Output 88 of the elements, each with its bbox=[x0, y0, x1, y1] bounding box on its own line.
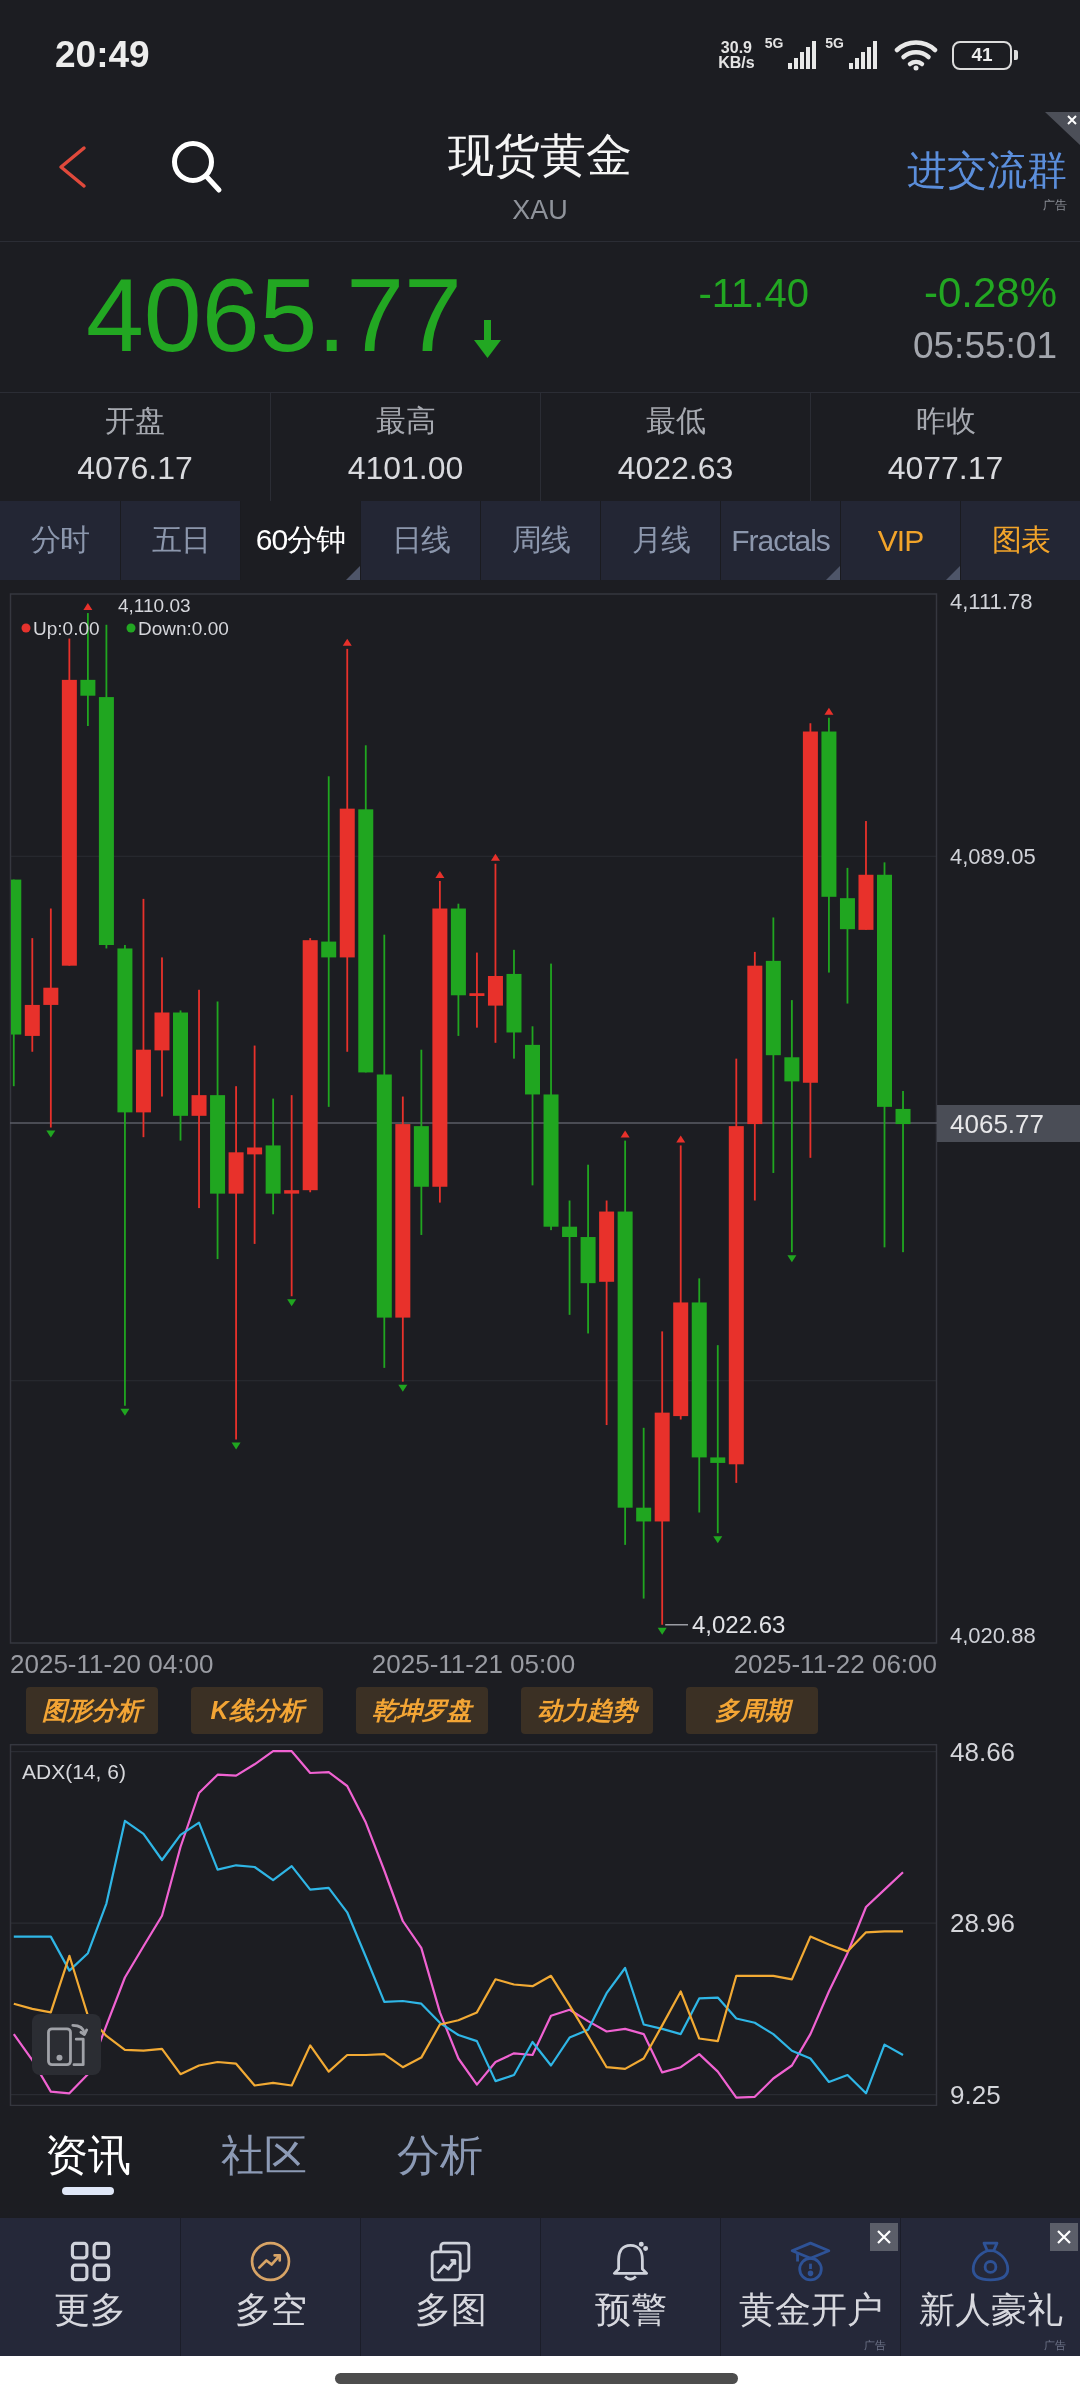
close-icon[interactable] bbox=[1050, 2223, 1078, 2251]
analysis-button[interactable]: 图形分析 bbox=[26, 1687, 158, 1734]
period-tab[interactable]: VIP bbox=[840, 501, 960, 580]
down-triangle-icon bbox=[46, 1130, 56, 1138]
down-triangle-icon bbox=[657, 1627, 667, 1635]
money-bag-icon bbox=[970, 2241, 1011, 2282]
time-axis-label: 2025-11-22 06:00 bbox=[733, 1649, 937, 1680]
page-title: 现货黄金 bbox=[448, 128, 632, 183]
period-tab[interactable]: 五日 bbox=[120, 501, 240, 580]
down-triangle-icon bbox=[787, 1255, 797, 1263]
axis-label: 28.96 bbox=[950, 1908, 1016, 1939]
chart-title: ADX(14, 6) bbox=[22, 1759, 126, 1783]
axis-label: 9.25 bbox=[950, 2079, 1001, 2106]
search-icon[interactable] bbox=[171, 139, 223, 194]
stat-value: 4077.17 bbox=[887, 449, 1004, 487]
signal-icon bbox=[848, 41, 878, 69]
period-tab[interactable]: 日线 bbox=[360, 501, 480, 580]
stat-label: 昨收 bbox=[915, 403, 976, 439]
period-tab[interactable]: 月线 bbox=[600, 501, 720, 580]
period-tab[interactable]: Fractals bbox=[720, 501, 840, 580]
up-triangle-icon bbox=[83, 603, 93, 611]
analysis-button[interactable]: 动力趋势 bbox=[521, 1687, 653, 1734]
leader-line bbox=[664, 1624, 689, 1626]
analysis-button[interactable]: 乾坤罗盘 bbox=[356, 1687, 488, 1734]
up-triangle-icon bbox=[676, 1135, 686, 1143]
trend-circle-icon bbox=[250, 2241, 291, 2282]
rotate-screen-button[interactable] bbox=[32, 2014, 101, 2075]
time-axis-label: 2025-11-21 05:00 bbox=[371, 1649, 576, 1680]
signal-icon bbox=[787, 41, 818, 69]
last-price: 4065.77 bbox=[86, 263, 462, 367]
down-triangle-icon bbox=[713, 1536, 723, 1544]
network-type-label: 5G bbox=[825, 35, 844, 51]
axis-label: 4,089.05 bbox=[950, 843, 1036, 869]
quote-time: 05:55:01 bbox=[912, 324, 1057, 368]
period-tab[interactable]: 分时 bbox=[0, 501, 120, 580]
analysis-button[interactable]: 多周期 bbox=[686, 1687, 818, 1734]
period-tab[interactable]: 图表 bbox=[960, 501, 1080, 580]
down-triangle-icon bbox=[231, 1442, 241, 1450]
content-tab[interactable]: 分析 bbox=[397, 2106, 483, 2218]
legend-label: Down:0.00 bbox=[138, 617, 229, 639]
content-tab[interactable]: 社区 bbox=[221, 2106, 307, 2218]
ad-label: 广告 bbox=[1043, 198, 1067, 212]
up-triangle-icon bbox=[620, 1130, 630, 1138]
clock-time: 20:49 bbox=[55, 34, 150, 76]
ad-label: 广告 bbox=[864, 2339, 886, 2352]
stat-label: 最高 bbox=[375, 403, 436, 439]
down-triangle-icon bbox=[398, 1384, 408, 1392]
nav-item[interactable]: 多空 bbox=[181, 2218, 360, 2356]
percent-change: -0.28% bbox=[923, 269, 1057, 317]
low-price-label: 4,022.63 bbox=[692, 1611, 786, 1639]
stat-label: 最低 bbox=[645, 403, 706, 439]
stat-label: 开盘 bbox=[105, 403, 165, 439]
nav-item[interactable]: 更多 bbox=[0, 2218, 180, 2356]
stacked-chart-icon bbox=[430, 2241, 471, 2282]
grid-icon bbox=[69, 2241, 111, 2282]
battery-level: 41 bbox=[952, 40, 1018, 70]
ad-label: 广告 bbox=[1044, 2339, 1066, 2352]
high-price-label: 4,110.03 bbox=[118, 594, 191, 616]
nav-item[interactable]: 多图 bbox=[361, 2218, 540, 2356]
period-tab[interactable]: 周线 bbox=[480, 501, 600, 580]
network-speed: 30.9 KB/s bbox=[718, 40, 755, 70]
symbol-code: XAU bbox=[512, 195, 568, 225]
graduation-cap-icon bbox=[790, 2241, 831, 2282]
up-triangle-icon bbox=[435, 870, 445, 878]
axis-label: 4,111.78 bbox=[950, 588, 1033, 614]
content-tab[interactable]: 资讯 bbox=[45, 2106, 131, 2218]
stat-value: 4101.00 bbox=[347, 449, 464, 487]
current-price-tag: 4065.77 bbox=[937, 1105, 1080, 1142]
up-triangle-icon bbox=[824, 707, 834, 715]
time-axis-label: 2025-11-20 04:00 bbox=[10, 1649, 214, 1680]
analysis-button[interactable]: K线分析 bbox=[191, 1687, 323, 1734]
wifi-icon bbox=[894, 39, 938, 71]
up-triangle-icon bbox=[490, 853, 500, 861]
up-triangle-icon bbox=[342, 638, 352, 646]
axis-label: 48.66 bbox=[950, 1740, 1016, 1767]
promo-link[interactable]: 进交流群 bbox=[907, 146, 1067, 194]
axis-label: 4,020.88 bbox=[950, 1622, 1036, 1645]
down-triangle-icon bbox=[120, 1408, 130, 1416]
nav-item[interactable]: 预警 bbox=[541, 2218, 720, 2356]
bell-icon bbox=[610, 2241, 651, 2282]
down-triangle-icon bbox=[287, 1299, 297, 1307]
close-icon[interactable] bbox=[1045, 112, 1080, 145]
price-change: -11.40 bbox=[698, 270, 809, 317]
close-icon[interactable] bbox=[870, 2223, 898, 2251]
stat-value: 4076.17 bbox=[77, 449, 193, 487]
network-type-label: 5G bbox=[764, 35, 784, 51]
rotate-screen-icon bbox=[44, 2022, 89, 2067]
stat-value: 4022.63 bbox=[617, 449, 734, 487]
